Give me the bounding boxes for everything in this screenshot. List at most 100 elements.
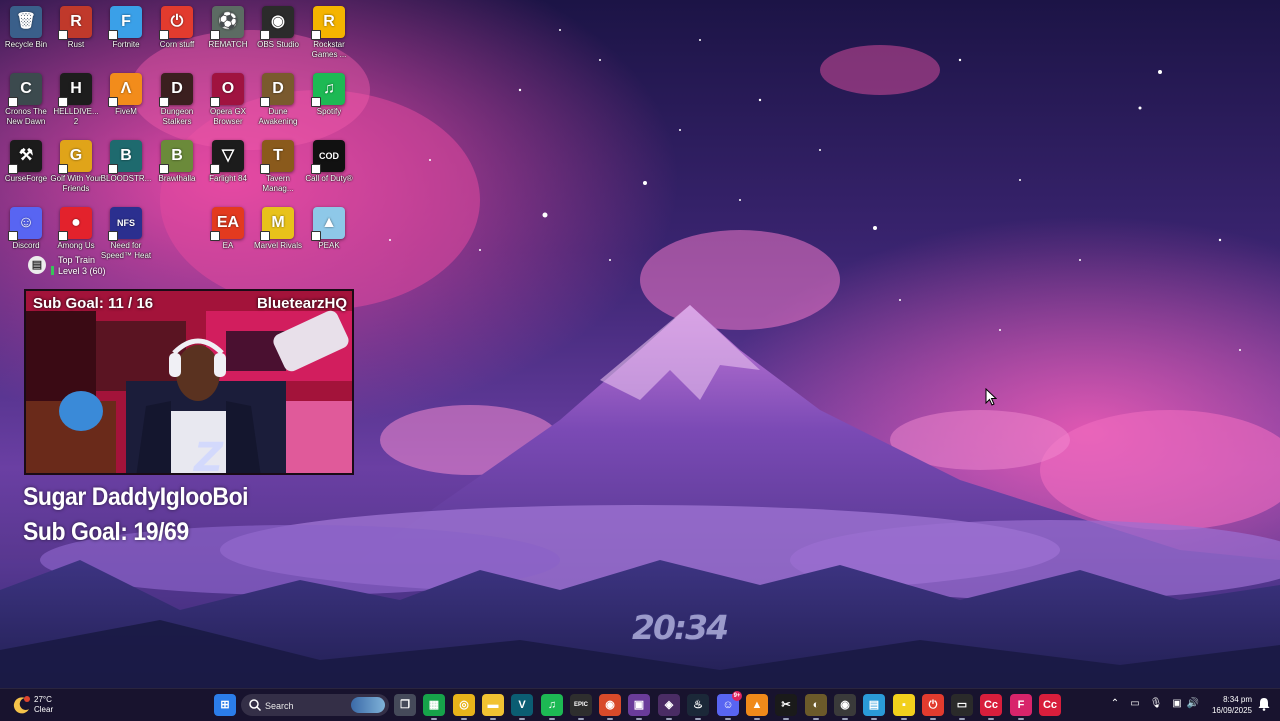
- network-icon[interactable]: ▣: [1170, 697, 1184, 711]
- sub-train-line: Sugar DaddyIglooBoi: [23, 483, 249, 511]
- desktop-icon-label: Golf With Your Friends: [50, 174, 102, 193]
- desktop-icon-opera-gx-browser[interactable]: O Opera GX Browser: [202, 69, 254, 133]
- desktop-icon-label: Rust: [67, 40, 85, 49]
- webcam-feed: Z: [26, 291, 352, 473]
- desktop-icon-label: REMATCH: [208, 40, 248, 49]
- file-explorer-icon[interactable]: ▬: [482, 694, 504, 720]
- tray-date: 16/09/2025: [1211, 706, 1252, 715]
- desktop-icon-grid: 🗑 Recycle Bin R Rust F Fortnite ⏻ Corn stuff ⚽ RE…: [0, 0, 360, 290]
- creative-cloud-icon[interactable]: Cc: [980, 694, 1002, 720]
- train-level-bar: [51, 266, 54, 275]
- desktop-icon-call-of-duty[interactable]: COD Call of Duty®: [303, 136, 355, 200]
- fortnite-icon: F: [108, 6, 142, 40]
- desktop-icon-rust[interactable]: R Rust: [50, 2, 102, 66]
- desktop-icon-label: Call of Duty®: [305, 174, 353, 183]
- desktop-icon-spotify[interactable]: ♫ Spotify: [303, 69, 355, 133]
- curseforge-icon: ⚒: [8, 140, 42, 174]
- desktop-icon-peak[interactable]: ▲ PEAK: [303, 203, 355, 267]
- desktop-icon-label: Spotify: [316, 107, 342, 116]
- desktop-icon-label: HELLDIVE... 2: [53, 107, 99, 126]
- brawlhalla-icon: B: [159, 140, 193, 174]
- opera-gx-icon[interactable]: ◈: [658, 694, 680, 720]
- desktop-icon-fivem[interactable]: Λ FiveM: [100, 69, 152, 133]
- vlc-icon[interactable]: ▲: [746, 694, 768, 720]
- notification-bell-icon[interactable]: [1257, 697, 1271, 711]
- weather-condition: Clear: [34, 705, 54, 714]
- farlight-84-icon: ▽: [210, 140, 244, 174]
- desktop-icon-marvel-rivals[interactable]: M Marvel Rivals: [252, 203, 304, 267]
- webcam-sub-goal: Sub Goal: 11 / 16: [33, 295, 154, 312]
- helldive-2-icon: H: [58, 73, 92, 107]
- desktop-icon-tavern-manag[interactable]: T Tavern Manag...: [252, 136, 304, 200]
- desktop-icon-label: OBS Studio: [257, 40, 299, 49]
- desktop-icon-farlight-84[interactable]: ▽ Farlight 84: [202, 136, 254, 200]
- desktop-icon-label: Cronos The New Dawn: [5, 107, 47, 126]
- app-circle-icon[interactable]: ⏻: [922, 694, 944, 720]
- chevron-up-icon[interactable]: ⌃: [1108, 697, 1122, 711]
- obs-icon[interactable]: ◉: [834, 694, 856, 720]
- xbox-icon[interactable]: ▦: [423, 694, 445, 720]
- bloodstr-icon: B: [108, 140, 142, 174]
- top-train-widget[interactable]: ▤ Top Train Level 3 (60): [28, 253, 148, 277]
- desktop-icon-rockstar-games[interactable]: R Rockstar Games ...: [303, 2, 355, 66]
- desktop-icon-label: EA: [222, 241, 234, 250]
- obs-studio-icon: ◉: [260, 6, 294, 40]
- desktop-icon-cronos-the-new-dawn[interactable]: C Cronos The New Dawn: [0, 69, 52, 133]
- capcut-icon[interactable]: ✂: [775, 694, 797, 720]
- vegas-icon[interactable]: V: [511, 694, 533, 720]
- desktop-icon-brawlhalla[interactable]: B Brawlhalla: [151, 136, 203, 200]
- desktop-icon-label: Discord: [12, 241, 40, 250]
- chrome-icon[interactable]: ◎: [453, 694, 475, 720]
- spotify-icon[interactable]: ♫: [541, 694, 563, 720]
- desktop-icon-dungeon-stalkers[interactable]: D Dungeon Stalkers: [151, 69, 203, 133]
- discord-icon[interactable]: ☺ 9+: [717, 691, 742, 720]
- desktop-icon-recycle-bin[interactable]: 🗑 Recycle Bin: [0, 2, 52, 66]
- creative-cloud-2-icon[interactable]: Cc: [1039, 694, 1061, 716]
- dune-icon[interactable]: ◐: [805, 694, 827, 720]
- cronos-the-new-dawn-icon: C: [8, 73, 42, 107]
- desktop-icon-fortnite[interactable]: F Fortnite: [100, 2, 152, 66]
- desktop-icon-label: FiveM: [115, 107, 137, 116]
- taskbar-search[interactable]: [241, 694, 389, 716]
- desktop-icon-rematch[interactable]: ⚽ REMATCH: [202, 2, 254, 66]
- desktop-icon-obs-studio[interactable]: ◉ OBS Studio: [252, 2, 304, 66]
- microphone-icon[interactable]: 🎙: [1149, 697, 1163, 711]
- desktop-icon-ea[interactable]: EA EA: [202, 203, 254, 267]
- epic-games-icon[interactable]: EPIC: [570, 694, 592, 720]
- webcam-overlay: Z Sub Goal: 11 / 16 BluetearzHQ: [24, 289, 354, 475]
- golf-with-your-friends-icon: G: [58, 140, 92, 174]
- tavern-manag-icon: T: [260, 140, 294, 174]
- desktop-icon-dune-awakening[interactable]: D Dune Awakening: [252, 69, 304, 133]
- media-app-icon[interactable]: ▣: [628, 694, 650, 720]
- search-input[interactable]: [263, 696, 347, 716]
- desktop-icon-helldive-2[interactable]: H HELLDIVE... 2: [50, 69, 102, 133]
- desktop-icon-label: Tavern Manag...: [262, 174, 294, 193]
- desktop-icon-bloodstr[interactable]: B BLOODSTR...: [100, 136, 152, 200]
- fortnite-icon[interactable]: F: [1010, 694, 1032, 720]
- discord-notification-badge: 9+: [732, 691, 742, 701]
- desktop-icon-label: PEAK: [318, 241, 340, 250]
- rockstar-games-icon: R: [311, 6, 345, 40]
- desktop-icon-golf-with-your-friends[interactable]: G Golf With Your Friends: [50, 136, 102, 200]
- store-icon[interactable]: ▤: [863, 694, 885, 720]
- moon-weather-icon: [13, 696, 30, 714]
- tray-time: 8:34 pm: [1223, 695, 1252, 704]
- tray-clock[interactable]: 8:34 pm 16/09/2025: [1204, 694, 1252, 716]
- app-red-icon[interactable]: ◉: [599, 694, 621, 720]
- terminal-icon[interactable]: ▭: [951, 694, 973, 720]
- steam-icon[interactable]: ♨: [687, 694, 709, 720]
- volume-icon[interactable]: 🔊: [1186, 697, 1200, 711]
- train-icon: ▤: [28, 256, 46, 274]
- weather-widget[interactable]: 27°C Clear: [12, 693, 72, 717]
- sub-goal-line: Sub Goal: 19/69: [23, 518, 189, 546]
- stream-text-overlay: Sugar DaddyIglooBoi Sub Goal: 19/69: [23, 480, 268, 550]
- desktop-icon-corn-stuff[interactable]: ⏻ Corn stuff: [151, 2, 203, 66]
- windows-start-icon[interactable]: ⊞: [214, 694, 236, 716]
- tray-app-icon[interactable]: ▭: [1128, 697, 1142, 711]
- rust-icon: R: [58, 6, 92, 40]
- desktop-icon-label: Opera GX Browser: [209, 107, 246, 126]
- taskbar: 27°C Clear ⊞ ❐ ▦ ◎ ▬ V ♫ EPIC ◉ ▣ ◈ ♨ ☺ 9+ ▲ ✂ ◐ ◉ ▤ ▪ ⏻ ▭ Cc F…: [0, 688, 1280, 721]
- task-view-icon[interactable]: ❐: [394, 694, 416, 716]
- sticky-notes-icon[interactable]: ▪: [893, 694, 915, 720]
- desktop-icon-curseforge[interactable]: ⚒ CurseForge: [0, 136, 52, 200]
